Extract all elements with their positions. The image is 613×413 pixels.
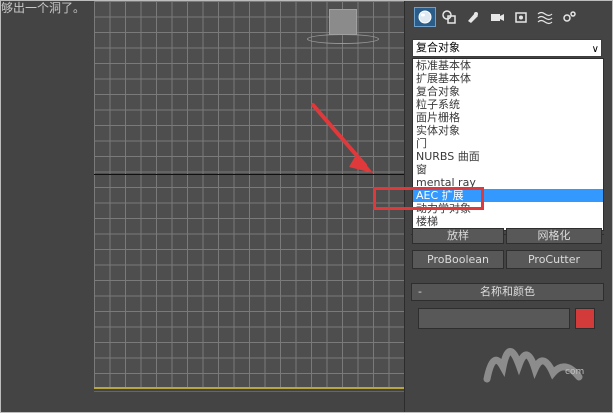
mesher-button[interactable]: 网格化: [506, 228, 602, 244]
viewcube-icon[interactable]: [329, 9, 357, 35]
lights-icon[interactable]: [462, 7, 484, 27]
geometry-sphere-icon[interactable]: [414, 7, 436, 27]
dropdown-option[interactable]: 实体对象: [413, 124, 603, 137]
proboolean-button[interactable]: ProBoolean: [412, 250, 504, 269]
category-dropdown-value: 复合对象: [416, 41, 460, 54]
dropdown-option[interactable]: NURBS 曲面: [413, 150, 603, 163]
object-name-field[interactable]: [418, 308, 570, 329]
screenshot-frame: 够出一个洞了。 复合对象 ∨ 标准基本体 扩展基本体 复合对象 粒子系统 面片栅…: [0, 0, 613, 413]
viewport-grid: [94, 1, 404, 387]
helpers-icon[interactable]: [510, 7, 532, 27]
ground-plane-edge-shadow: [94, 391, 404, 392]
dropdown-option[interactable]: 窗: [413, 163, 603, 176]
procutter-button[interactable]: ProCutter: [506, 250, 602, 269]
highlight-box-icon: [373, 187, 484, 210]
watermark-text: com: [565, 367, 585, 377]
dropdown-option[interactable]: 标准基本体: [413, 59, 603, 72]
ground-plane-edge: [94, 387, 404, 389]
dropdown-option[interactable]: 楼梯: [413, 215, 603, 228]
object-color-swatch[interactable]: [575, 308, 595, 329]
systems-icon[interactable]: [558, 7, 580, 27]
rollout-title: 名称和颜色: [480, 285, 535, 298]
shapes-icon[interactable]: [438, 7, 460, 27]
dropdown-option[interactable]: 粒子系统: [413, 98, 603, 111]
name-and-color-rollout[interactable]: - 名称和颜色: [411, 283, 604, 301]
viewcube-ring[interactable]: [307, 34, 379, 44]
dropdown-option[interactable]: 面片栅格: [413, 111, 603, 124]
cameras-icon[interactable]: [486, 7, 508, 27]
watermark-logo-icon: [483, 348, 583, 383]
space-warps-icon[interactable]: [534, 7, 556, 27]
loft-button[interactable]: 放样: [412, 228, 504, 244]
dropdown-option[interactable]: 扩展基本体: [413, 72, 603, 85]
create-category-toolbar: [414, 7, 580, 29]
dropdown-option[interactable]: 门: [413, 137, 603, 150]
dropdown-option[interactable]: 复合对象: [413, 85, 603, 98]
annotation-arrow-icon: [311, 103, 373, 173]
chevron-down-icon[interactable]: ∨: [592, 42, 599, 58]
perspective-viewport[interactable]: 够出一个洞了。: [1, 1, 404, 412]
category-dropdown[interactable]: 复合对象 ∨: [412, 39, 602, 57]
tutorial-caption: 够出一个洞了。: [1, 1, 86, 15]
command-panel: 复合对象 ∨ 标准基本体 扩展基本体 复合对象 粒子系统 面片栅格 实体对象 门…: [373, 1, 612, 412]
